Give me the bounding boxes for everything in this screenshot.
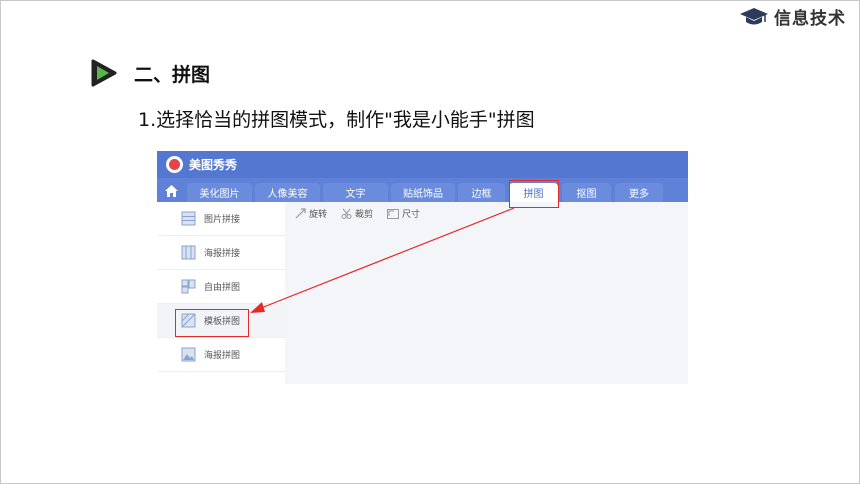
crop-label: 裁剪	[355, 210, 374, 220]
tab-portrait[interactable]: 人像美容	[255, 183, 320, 202]
play-triangle-icon	[88, 58, 118, 88]
instruction-text: 1.选择恰当的拼图模式，制作"我是小能手"拼图	[138, 109, 535, 131]
tab-stickers[interactable]: 贴纸饰品	[391, 183, 455, 202]
collage-toolbar: 旋转 裁剪 尺寸	[295, 207, 420, 220]
poster-stitch-icon	[181, 245, 196, 260]
tab-cutout[interactable]: 抠图	[562, 183, 611, 202]
rotate-icon	[295, 208, 306, 219]
scissors-icon	[341, 208, 352, 219]
sidebar-item-free-collage[interactable]: 自由拼图	[157, 270, 285, 304]
resize-button[interactable]: 尺寸	[387, 207, 420, 220]
sidebar-label: 自由拼图	[204, 283, 241, 293]
rotate-label: 旋转	[309, 210, 328, 220]
sidebar-item-image-stitch[interactable]: 图片拼接	[157, 202, 285, 236]
rotate-button[interactable]: 旋转	[295, 207, 327, 220]
collage-sidebar: 图片拼接 海报拼接 自由拼图 模板拼图 海报拼图	[157, 202, 285, 384]
image-stitch-icon	[181, 211, 196, 226]
app-titlebar: 美图秀秀	[157, 151, 688, 178]
section-title: 二、拼图	[134, 63, 211, 86]
section-heading: 二、拼图	[88, 58, 210, 88]
brand-text: 信息技术	[774, 9, 846, 29]
sidebar-label: 海报拼图	[204, 351, 241, 361]
sidebar-label: 海报拼接	[204, 249, 241, 259]
tab-beautify[interactable]: 美化图片	[187, 183, 252, 202]
collage-canvas	[285, 202, 688, 384]
resize-icon	[387, 208, 400, 219]
app-logo-icon	[166, 156, 183, 173]
tab-frames[interactable]: 边框	[458, 183, 505, 202]
app-name: 美图秀秀	[189, 158, 238, 172]
home-icon[interactable]	[162, 183, 180, 199]
sidebar-label: 图片拼接	[204, 215, 241, 225]
resize-label: 尺寸	[402, 210, 421, 220]
highlight-template-collage	[175, 309, 249, 337]
highlight-collage-tab	[509, 180, 559, 208]
crop-button[interactable]: 裁剪	[341, 207, 373, 220]
sidebar-item-poster-stitch[interactable]: 海报拼接	[157, 236, 285, 270]
brand: 信息技术	[739, 4, 846, 29]
poster-collage-icon	[181, 347, 196, 362]
graduation-cap-icon	[740, 7, 768, 24]
tab-text[interactable]: 文字	[323, 183, 388, 202]
free-collage-icon	[181, 279, 196, 294]
app-tabbar: 美化图片 人像美容 文字 贴纸饰品 边框 拼图 抠图 更多	[157, 178, 688, 202]
meitu-app-screenshot: 美图秀秀 美化图片 人像美容 文字 贴纸饰品 边框 拼图 抠图 更多 图片拼接 …	[157, 151, 688, 384]
tab-more[interactable]: 更多	[615, 183, 663, 202]
sidebar-item-poster-collage[interactable]: 海报拼图	[157, 338, 285, 372]
